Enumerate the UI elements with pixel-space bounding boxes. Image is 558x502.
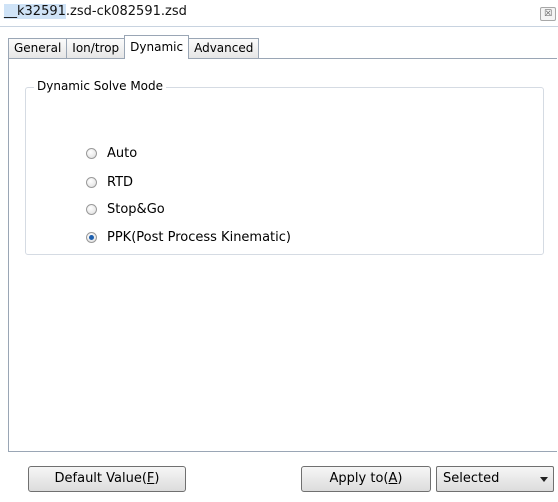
tab-ion-trop[interactable]: Ion/trop bbox=[66, 38, 126, 58]
dynamic-tab-panel: Dynamic Solve Mode Auto RTD Stop&Go PPK(… bbox=[8, 58, 557, 452]
radio-option-ppk[interactable]: PPK(Post Process Kinematic) bbox=[86, 230, 291, 245]
tab-dynamic[interactable]: Dynamic bbox=[124, 35, 190, 59]
apply-to-label-end: ) bbox=[397, 471, 403, 486]
window-title-rest: .zsd-ck082591.zsd bbox=[65, 4, 187, 19]
default-value-button[interactable]: Default Value(F) bbox=[28, 466, 186, 492]
radio-stop-and-go[interactable] bbox=[86, 204, 97, 215]
chevron-down-icon bbox=[540, 477, 548, 482]
radio-rtd[interactable] bbox=[86, 177, 97, 188]
radio-ppk[interactable] bbox=[86, 232, 97, 243]
apply-target-value: Selected bbox=[443, 471, 500, 486]
apply-target-select[interactable]: Selected bbox=[436, 466, 554, 492]
radio-label-ppk: PPK(Post Process Kinematic) bbox=[107, 230, 291, 245]
radio-label-stop-and-go: Stop&Go bbox=[107, 202, 165, 217]
tab-strip: General Ion/trop Dynamic Advanced bbox=[8, 35, 260, 59]
radio-option-stop-and-go[interactable]: Stop&Go bbox=[86, 202, 165, 217]
radio-label-rtd: RTD bbox=[107, 175, 134, 190]
apply-to-button[interactable]: Apply to(A) bbox=[301, 466, 431, 492]
window-title-highlight: __k32591 bbox=[4, 4, 66, 19]
dynamic-solve-mode-group: Dynamic Solve Mode Auto RTD Stop&Go PPK(… bbox=[25, 79, 544, 255]
default-value-label-end: ) bbox=[154, 471, 160, 486]
apply-to-label: Apply to( bbox=[329, 471, 389, 486]
radio-auto[interactable] bbox=[86, 148, 97, 159]
radio-label-auto: Auto bbox=[107, 146, 138, 161]
window-title: __k32591.zsd-ck082591.zsd bbox=[4, 4, 187, 19]
radio-option-auto[interactable]: Auto bbox=[86, 146, 137, 161]
window-titlebar: __k32591.zsd-ck082591.zsd ☒ bbox=[0, 0, 558, 27]
tab-general[interactable]: General bbox=[8, 38, 68, 58]
tab-advanced[interactable]: Advanced bbox=[188, 38, 260, 58]
group-title: Dynamic Solve Mode bbox=[34, 79, 167, 93]
close-icon[interactable]: ☒ bbox=[540, 7, 556, 21]
default-value-label: Default Value( bbox=[54, 471, 147, 486]
radio-option-rtd[interactable]: RTD bbox=[86, 175, 133, 190]
